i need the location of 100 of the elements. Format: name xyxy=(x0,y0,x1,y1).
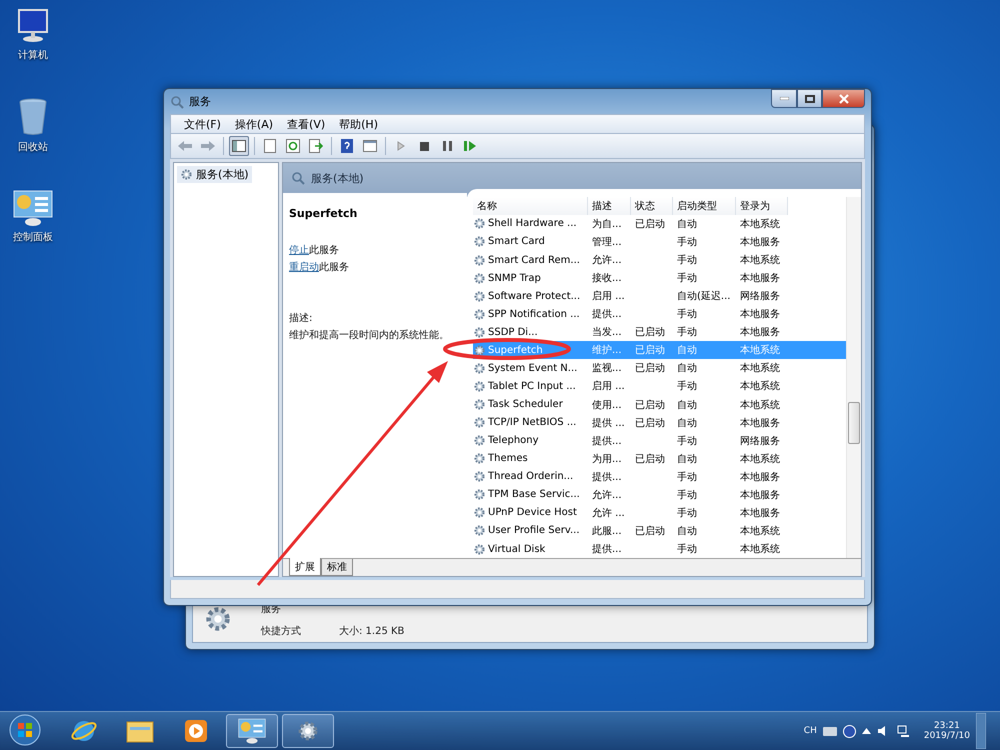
table-cell-text: 本地系统 xyxy=(739,524,781,538)
table-cell-text: 允许... xyxy=(591,254,623,268)
gear-icon xyxy=(473,272,486,285)
name-cell: Task Scheduler xyxy=(473,398,588,412)
gear-icon xyxy=(473,416,486,430)
search-icon xyxy=(291,171,305,185)
menu-item[interactable]: 操作(A) xyxy=(228,115,280,133)
restart-icon xyxy=(464,141,476,151)
table-row[interactable]: TPM Base Servic... 允许... 手动 本地服务 xyxy=(473,486,846,504)
column-header[interactable]: 登录为 xyxy=(736,197,788,215)
close-icon xyxy=(838,94,848,104)
name-cell: Superfetch xyxy=(473,344,588,357)
table-cell-text: 已启动 xyxy=(634,524,666,538)
column-header[interactable]: 状态 xyxy=(631,197,673,215)
column-header[interactable]: 描述 xyxy=(588,197,631,215)
gear-icon xyxy=(473,506,486,520)
table-cell-text: 自动 xyxy=(676,362,698,376)
table-cell-text: 手动 xyxy=(676,326,698,340)
menu-item[interactable]: 帮助(H) xyxy=(332,115,385,133)
gear-icon xyxy=(473,344,486,357)
table-cell-text: 手动 xyxy=(676,434,698,448)
clock-time[interactable]: 23:21 xyxy=(934,721,960,731)
table-cell-text: 手动 xyxy=(676,488,698,502)
gear-icon xyxy=(473,235,486,248)
table-row[interactable]: Software Protect... 启用 ... 自动(延迟... 网络服务 xyxy=(473,287,846,306)
table-cell-text: 提供 ... xyxy=(591,416,626,430)
export-button[interactable] xyxy=(306,136,326,156)
desktop-icon-label[interactable]: 回收站 xyxy=(18,140,48,154)
language-indicator[interactable]: CH xyxy=(804,726,817,736)
refresh-button[interactable] xyxy=(283,136,303,156)
table-cell-text: 提供... xyxy=(591,434,623,448)
play-icon xyxy=(184,719,208,743)
keyboard-icon[interactable] xyxy=(822,726,837,736)
table-row[interactable]: Shell Hardware ... 为自... 已启动 自动 本地系统 xyxy=(473,214,846,233)
table-row[interactable]: Virtual Disk 提供... 手动 本地系统 xyxy=(473,540,846,558)
pause-icon xyxy=(442,141,452,151)
action-link[interactable]: 停止 xyxy=(289,245,309,256)
table-cell-text: 自动 xyxy=(676,344,698,358)
table-row[interactable]: Smart Card 管理... 手动 本地服务 xyxy=(473,232,846,251)
table-cell-text: 自动(延迟... xyxy=(676,290,732,304)
table-row[interactable]: Themes 为用... 已启动 自动 本地系统 xyxy=(473,450,846,468)
table-cell-text: 本地系统 xyxy=(739,398,781,412)
pane-title: 服务(本地) xyxy=(311,170,364,186)
table-row[interactable]: Task Scheduler 使用... 已启动 自动 本地系统 xyxy=(473,396,846,414)
close-button[interactable] xyxy=(822,89,865,108)
scrollbar[interactable] xyxy=(846,197,861,558)
console-tree-button[interactable] xyxy=(229,136,249,156)
view-tab[interactable]: 扩展 xyxy=(289,558,321,576)
name-cell: Telephony xyxy=(473,434,588,448)
taskbar-button[interactable] xyxy=(226,714,278,748)
table-row[interactable]: User Profile Serv... 此服... 已启动 自动 本地系统 xyxy=(473,522,846,540)
tree-item[interactable]: 服务(本地) xyxy=(177,166,252,183)
column-header[interactable]: 名称 xyxy=(473,197,588,215)
table-cell-text: 本地服务 xyxy=(739,326,781,340)
name-cell: Thread Orderin... xyxy=(473,470,588,484)
table-row[interactable]: SPP Notification ... 提供... 手动 本地服务 xyxy=(473,305,846,324)
trash-bin-icon xyxy=(18,98,48,136)
table-cell-text: 手动 xyxy=(676,506,698,520)
caret-icon[interactable] xyxy=(862,728,871,734)
table-row[interactable]: Tablet PC Input ... 启用 ... 手动 本地系统 xyxy=(473,377,846,396)
view-tab[interactable]: 标准 xyxy=(321,559,353,576)
desktop-icon-label[interactable]: 计算机 xyxy=(18,48,48,62)
table-row[interactable]: UPnP Device Host 允许 ... 手动 本地服务 xyxy=(473,504,846,522)
description-label: 描述: xyxy=(289,312,314,326)
gear-icon xyxy=(473,452,486,466)
clock-date[interactable]: 2019/7/10 xyxy=(924,731,970,741)
maximize-button[interactable] xyxy=(797,89,822,108)
taskbar-button[interactable] xyxy=(282,714,334,748)
table-cell-text: 接收... xyxy=(591,272,623,286)
table-cell-text: 本地服务 xyxy=(739,470,781,484)
table-cell-text: 已启动 xyxy=(634,344,666,358)
table-row[interactable]: SNMP Trap 接收... 手动 本地服务 xyxy=(473,269,846,288)
desktop-icon-label[interactable]: 控制面板 xyxy=(13,230,53,244)
table-cell-text: 本地服务 xyxy=(739,272,781,286)
table-cell-text: 已启动 xyxy=(634,452,666,466)
menu-item[interactable]: 文件(F) xyxy=(177,115,228,133)
table-row[interactable]: Telephony 提供... 手动 网络服务 xyxy=(473,432,846,450)
table-cell-text: 监视... xyxy=(591,362,623,376)
name-cell: User Profile Serv... xyxy=(473,524,588,538)
action-link[interactable]: 重启动 xyxy=(289,262,319,273)
column-header[interactable]: 启动类型 xyxy=(673,197,736,215)
table-cell-text: 已启动 xyxy=(634,398,666,412)
table-cell-text: 启用 ... xyxy=(591,290,626,304)
folder-icon xyxy=(126,719,154,743)
table-cell-text: 自动 xyxy=(676,452,698,466)
menu-item[interactable]: 查看(V) xyxy=(280,115,332,133)
gear-icon xyxy=(473,254,486,267)
window-icon xyxy=(363,140,377,152)
description-text: 维护和提高一段时间内的系统性能。 xyxy=(289,328,450,343)
name-cell: Smart Card xyxy=(473,235,588,248)
table-row[interactable]: SSDP Di... 当发... 已启动 手动 本地服务 xyxy=(473,323,846,342)
table-cell-text: 提供... xyxy=(591,470,623,484)
gear-icon xyxy=(473,308,486,321)
name-cell: System Event N... xyxy=(473,362,588,375)
table-row[interactable]: TCP/IP NetBIOS ... 提供 ... 已启动 自动 本地服务 xyxy=(473,414,846,432)
table-row[interactable]: System Event N... 监视... 已启动 自动 本地系统 xyxy=(473,359,846,378)
table-row[interactable]: Smart Card Rem... 允许... 手动 本地系统 xyxy=(473,251,846,270)
network-icon[interactable] xyxy=(896,724,910,738)
minimize-button[interactable] xyxy=(771,89,797,108)
table-row[interactable]: Thread Orderin... 提供... 手动 本地服务 xyxy=(473,468,846,486)
